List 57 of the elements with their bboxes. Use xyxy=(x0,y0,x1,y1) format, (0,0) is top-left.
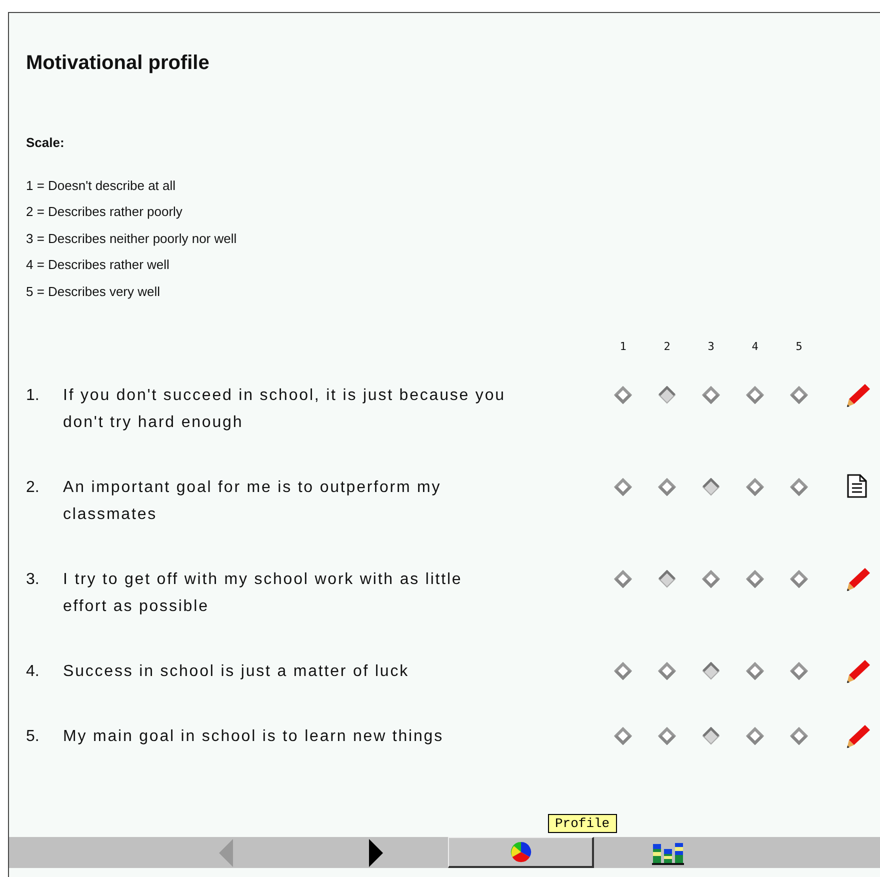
rating-option[interactable] xyxy=(614,727,632,745)
scale-line: 1 = Doesn't describe at all xyxy=(26,176,176,194)
bar-chart-icon[interactable] xyxy=(652,840,684,864)
rating-option[interactable] xyxy=(746,662,764,680)
rating-option[interactable] xyxy=(702,386,720,404)
item-number: 1. xyxy=(26,386,40,406)
pencil-icon[interactable] xyxy=(845,722,871,748)
rating-option[interactable] xyxy=(614,386,632,404)
rating-option[interactable] xyxy=(790,478,808,496)
scale-line: 2 = Describes rather poorly xyxy=(26,203,182,221)
item-number: 2. xyxy=(26,478,40,498)
page-title: Motivational profile xyxy=(26,51,210,75)
rating-option[interactable] xyxy=(746,478,764,496)
rating-option[interactable] xyxy=(702,662,720,680)
profile-button[interactable] xyxy=(448,837,594,868)
pencil-icon[interactable] xyxy=(845,382,871,408)
pie-chart-icon xyxy=(510,841,532,863)
statement-text: My main goal in school is to learn new things xyxy=(63,726,444,746)
rating-option[interactable] xyxy=(658,727,676,745)
item-number: 5. xyxy=(26,726,40,746)
column-label: 1 xyxy=(620,339,626,355)
rating-option[interactable] xyxy=(614,662,632,680)
statement-text: I try to get off with my school work with as little effort as possible xyxy=(63,570,464,616)
column-label: 5 xyxy=(796,339,802,355)
item-number: 3. xyxy=(26,570,40,590)
statement-text: Success in school is just a matter of luck xyxy=(63,662,410,682)
tooltip: Profile xyxy=(548,814,617,833)
pencil-icon[interactable] xyxy=(845,658,871,684)
rating-option[interactable] xyxy=(658,478,676,496)
scale-line: 4 = Describes rather well xyxy=(26,256,170,274)
statement-text: If you don't succeed in school, it is just because you don't try hard enough xyxy=(63,386,506,432)
column-label: 2 xyxy=(664,339,670,355)
rating-option[interactable] xyxy=(658,570,676,588)
rating-option[interactable] xyxy=(746,727,764,745)
rating-option[interactable] xyxy=(702,478,720,496)
pencil-icon[interactable] xyxy=(845,566,871,592)
rating-option[interactable] xyxy=(614,570,632,588)
statement-text: An important goal for me is to outperform my classmates xyxy=(63,478,442,524)
rating-option[interactable] xyxy=(790,386,808,404)
column-label: 3 xyxy=(708,339,714,355)
document-icon[interactable] xyxy=(847,474,867,498)
rating-option[interactable] xyxy=(658,386,676,404)
scale-line: 3 = Describes neither poorly nor well xyxy=(26,230,237,248)
rating-option[interactable] xyxy=(746,570,764,588)
column-label: 4 xyxy=(752,339,758,355)
item-number: 4. xyxy=(26,662,40,682)
rating-option[interactable] xyxy=(746,386,764,404)
rating-option[interactable] xyxy=(614,478,632,496)
rating-option[interactable] xyxy=(790,570,808,588)
rating-option[interactable] xyxy=(702,570,720,588)
rating-option[interactable] xyxy=(702,727,720,745)
next-arrow[interactable] xyxy=(367,838,383,866)
rating-option[interactable] xyxy=(658,662,676,680)
scale-heading: Scale: xyxy=(26,134,64,152)
rating-option[interactable] xyxy=(790,727,808,745)
rating-option[interactable] xyxy=(790,662,808,680)
scale-line: 5 = Describes very well xyxy=(26,282,160,301)
